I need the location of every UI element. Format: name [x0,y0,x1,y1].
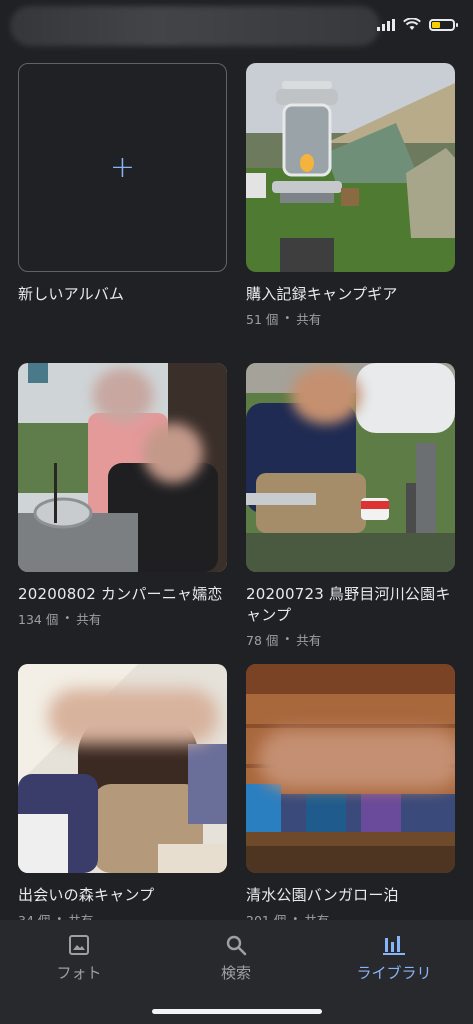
shared-label: 共有 [76,612,102,627]
blurred-face [143,423,203,483]
album-card[interactable]: 20200802 カンパーニャ嬬恋 134 個 • 共有 [18,363,227,628]
shared-label: 共有 [296,633,322,648]
photo-icon [69,935,89,955]
nav-label: ライブラリ [356,964,432,982]
nav-label: フォト [56,964,102,982]
blurred-status-area [10,6,380,46]
album-card[interactable]: 購入記録キャンプギア 51 個 • 共有 [246,63,455,328]
album-card[interactable]: 出会いの森キャンプ 34 個 • 共有 [18,664,227,929]
album-meta: 78 個 • 共有 [246,630,455,649]
nav-search[interactable]: 検索 [176,932,296,983]
album-title: 新しいアルバム [18,285,125,303]
shared-label: 共有 [296,312,322,327]
album-title: 出会いの森キャンプ [18,886,155,904]
status-icons [377,18,458,31]
status-bar [0,0,473,52]
blurred-face [291,366,361,424]
blurred-face [48,689,218,744]
album-thumbnail[interactable] [246,63,455,272]
nav-library[interactable]: ライブラリ [334,932,454,983]
home-indicator [152,1009,322,1014]
blurred-face [93,368,153,423]
battery-level [432,21,440,28]
album-meta: 51 個 • 共有 [246,309,455,328]
album-title: 20200802 カンパーニャ嬬恋 [18,585,223,603]
wifi-icon [403,18,421,30]
album-title: 清水公園バンガロー泊 [246,886,399,904]
meta-separator: • [64,613,71,624]
plus-icon: + [109,149,136,185]
meta-separator: • [284,313,291,324]
nav-photos[interactable]: フォト [19,932,139,983]
lantern-photo [246,63,455,272]
item-count: 134 個 [18,612,59,627]
meta-separator: • [284,634,291,645]
album-title: 購入記録キャンプギア [246,285,398,303]
create-album-card[interactable]: + 新しいアルバム [18,63,227,305]
album-meta: 134 個 • 共有 [18,609,227,628]
library-icon [383,936,405,955]
item-count: 78 個 [246,633,279,648]
create-album-button[interactable]: + [18,63,227,272]
battery-icon [429,18,458,31]
album-thumbnail[interactable] [246,363,455,572]
album-thumbnail[interactable] [18,363,227,572]
search-icon [226,935,247,956]
album-card[interactable]: 清水公園バンガロー泊 201 個 • 共有 [246,664,455,929]
blurred-face [258,729,455,789]
album-card[interactable]: 20200723 鳥野目河川公園キャンプ 78 個 • 共有 [246,363,455,649]
album-title: 20200723 鳥野目河川公園キャンプ [246,585,451,624]
signal-icon [377,18,395,31]
album-thumbnail[interactable] [18,664,227,873]
item-count: 51 個 [246,312,279,327]
nav-label: 検索 [220,964,251,982]
album-thumbnail[interactable] [246,664,455,873]
